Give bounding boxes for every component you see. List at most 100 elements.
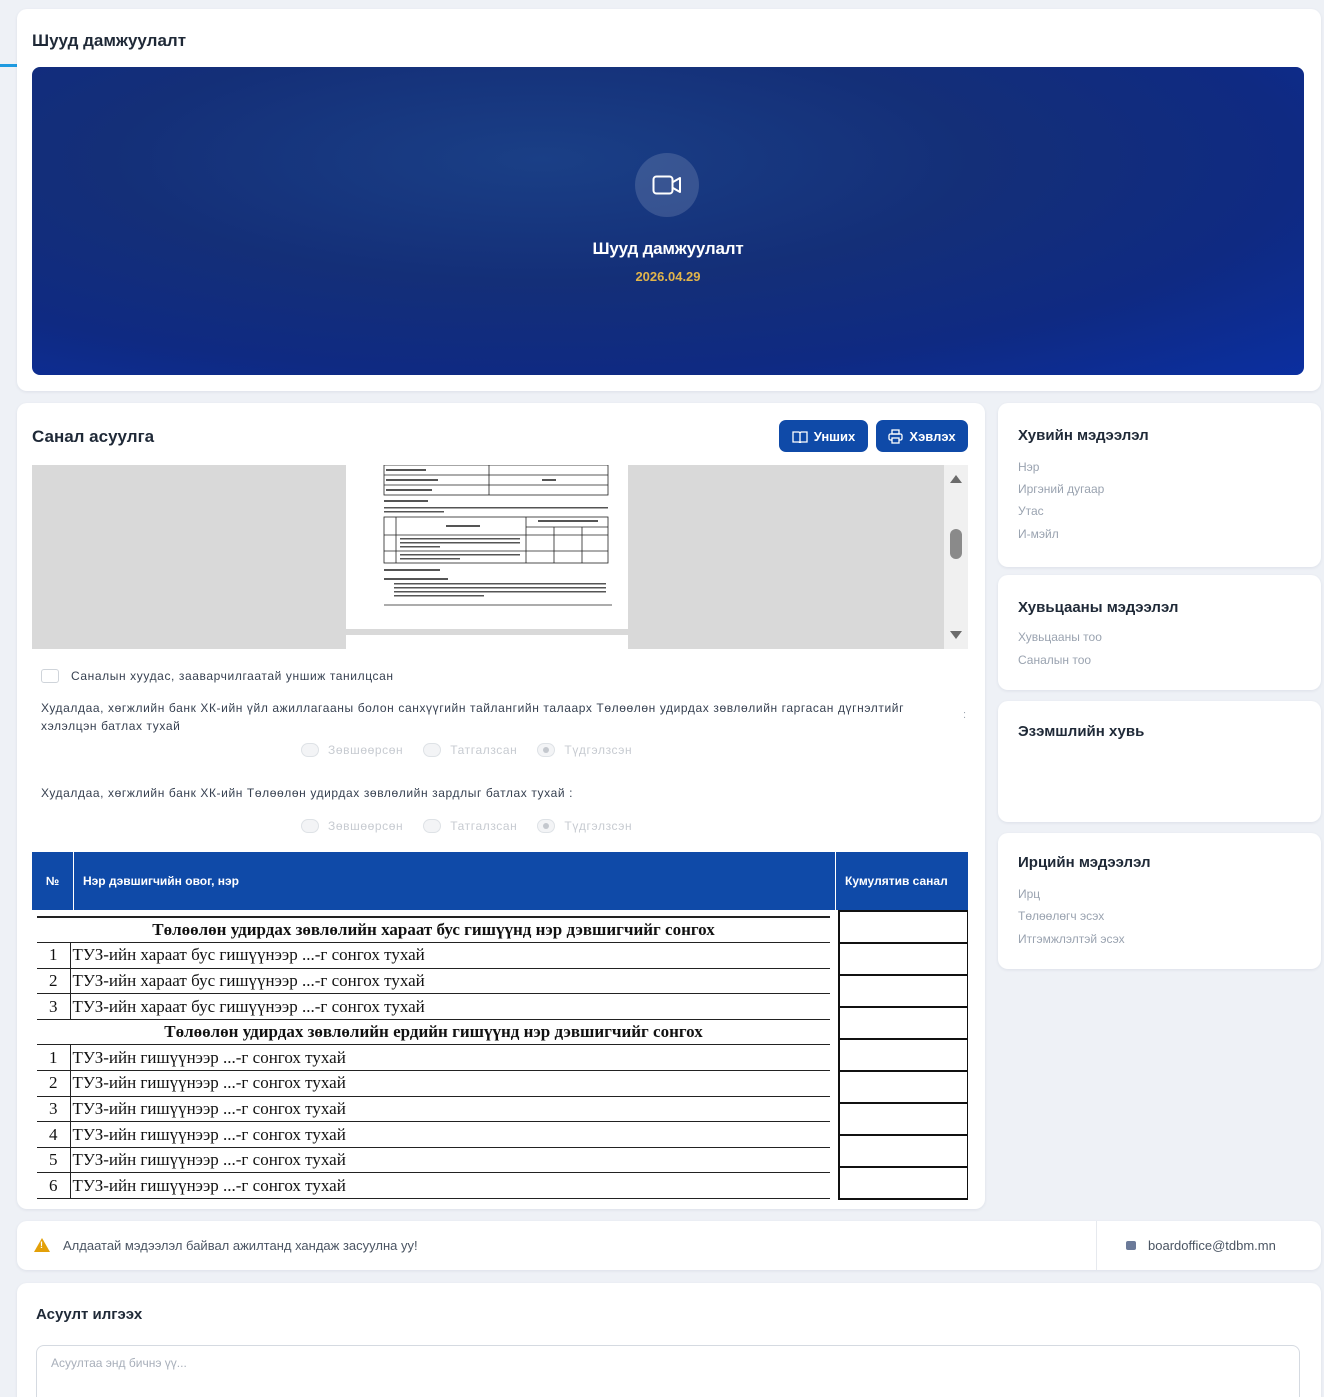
- attendance-info-card: Ирцийн мэдээлэл Ирц Төлөөлөгч эсэх Итгэм…: [998, 833, 1321, 969]
- attendance-info-title: Ирцийн мэдээлэл: [1018, 854, 1151, 871]
- live-stream-card: Шууд дамжуулалт Шууд дамжуулалт 2026.04.…: [17, 9, 1321, 391]
- radio-button-checked[interactable]: [537, 819, 556, 833]
- contact-email[interactable]: boardoffice@tdbm.mn: [1148, 1238, 1276, 1253]
- radio-button-checked[interactable]: [537, 743, 556, 757]
- cumulative-vote-column: [838, 910, 968, 1200]
- candidate-name: ТУЗ-ийн гишүүнээр ...-г сонгох тухай: [70, 1044, 830, 1072]
- option-approve[interactable]: Зөвшөөрсөн: [301, 743, 403, 757]
- candidate-table-header: № Нэр дэвшигчийн овог, нэр Кумулятив сан…: [32, 852, 968, 910]
- table-section-row: Төлөөлөн удирдах зөвлөлийн хараат бус ги…: [37, 916, 830, 944]
- field-has-proxy: Итгэмжлэлтэй эсэх: [1018, 932, 1125, 946]
- table-row: 2 ТУЗ-ийн хараат бус гишүүнээр ...-г сонг…: [37, 968, 830, 995]
- print-button-label: Хэвлэх: [909, 428, 956, 444]
- mail-icon: [1126, 1241, 1136, 1250]
- scroll-thumb[interactable]: [950, 529, 962, 559]
- row-number: 6: [37, 1172, 71, 1200]
- acknowledge-row[interactable]: Саналын хуудас, зааварчилгаатай уншиж та…: [41, 669, 394, 683]
- radio-button[interactable]: [301, 743, 319, 757]
- row-number: 1: [37, 1044, 71, 1072]
- scroll-down-arrow-icon[interactable]: [950, 631, 962, 639]
- book-icon: [792, 430, 808, 443]
- table-row: 1 ТУЗ-ийн хараат бус гишүүнээр ...-г сонг…: [37, 942, 830, 969]
- shares-info-card: Хувьцааны мэдээлэл Хувьцааны тоо Саналын…: [998, 575, 1321, 690]
- acknowledge-label: Саналын хуудас, зааварчилгаатай уншиж та…: [71, 669, 394, 683]
- candidate-name: ТУЗ-ийн гишүүнээр ...-г сонгох тухай: [70, 1172, 830, 1200]
- row-number: 3: [37, 993, 71, 1020]
- survey-title: Санал асуулга: [32, 427, 155, 446]
- video-title: Шууд дамжуулалт: [592, 239, 744, 258]
- cumulative-vote-cell[interactable]: [840, 912, 967, 944]
- candidate-table-body: Төлөөлөн удирдах зөвлөлийн хараат бус ги…: [32, 910, 968, 1200]
- cumulative-vote-cell[interactable]: [840, 1168, 967, 1200]
- shares-info-title: Хувьцааны мэдээлэл: [1018, 599, 1179, 616]
- section-title: Төлөөлөн удирдах зөвлөлийн ердийн гишүүн…: [37, 1019, 830, 1046]
- option-reject[interactable]: Татгалзсан: [423, 743, 517, 757]
- field-email: И-мэйл: [1018, 527, 1059, 541]
- candidate-name: ТУЗ-ийн гишүүнээр ...-г сонгох тухай: [70, 1096, 830, 1123]
- row-number: 2: [37, 968, 71, 995]
- cumulative-vote-cell[interactable]: [840, 1040, 967, 1072]
- option-abstain[interactable]: Түдгэлзсэн: [537, 743, 632, 757]
- print-button[interactable]: Хэвлэх: [876, 420, 968, 452]
- row-number: 5: [37, 1147, 71, 1174]
- option-reject[interactable]: Татгалзсан: [423, 819, 517, 833]
- question-input[interactable]: [36, 1345, 1300, 1397]
- section-title: Төлөөлөн удирдах зөвлөлийн хараат бус ги…: [37, 916, 830, 944]
- candidate-name: ТУЗ-ийн хараат бус гишүүнээр ...-г сонго…: [70, 968, 830, 995]
- cumulative-vote-cell[interactable]: [840, 944, 967, 976]
- cumulative-vote-cell[interactable]: [840, 1072, 967, 1104]
- document-viewer[interactable]: [32, 465, 968, 649]
- question-2-options: Зөвшөөрсөн Татгалзсан Түдгэлзсэн: [301, 819, 632, 833]
- video-date: 2026.04.29: [635, 269, 701, 284]
- acknowledge-checkbox[interactable]: [41, 669, 59, 683]
- row-number: 3: [37, 1096, 71, 1123]
- table-row: 6 ТУЗ-ийн гишүүнээр ...-г сонгох тухай: [37, 1172, 830, 1200]
- scroll-up-arrow-icon[interactable]: [950, 475, 962, 483]
- candidate-name: ТУЗ-ийн гишүүнээр ...-г сонгох тухай: [70, 1070, 830, 1097]
- field-register-number: Иргэний дугаар: [1018, 482, 1105, 496]
- read-button[interactable]: Унших: [779, 420, 868, 452]
- cumulative-vote-cell[interactable]: [840, 976, 967, 1008]
- question-1-suffix: :: [963, 709, 967, 721]
- cumulative-vote-cell[interactable]: [840, 1008, 967, 1040]
- question-1-options: Зөвшөөрсөн Татгалзсан Түдгэлзсэн: [301, 743, 632, 757]
- document-page-thumbnail: [346, 465, 628, 629]
- ask-question-title: Асуулт илгээх: [36, 1306, 143, 1323]
- divider: [1096, 1221, 1097, 1270]
- personal-info-title: Хувийн мэдээлэл: [1018, 427, 1149, 444]
- video-camera-icon: [635, 153, 699, 217]
- document-scrollbar[interactable]: [944, 465, 968, 649]
- video-player[interactable]: Шууд дамжуулалт 2026.04.29: [32, 67, 1304, 375]
- table-section-row: Төлөөлөн удирдах зөвлөлийн ердийн гишүүн…: [37, 1019, 830, 1046]
- warning-icon: [34, 1238, 50, 1252]
- field-name: Нэр: [1018, 460, 1040, 474]
- live-stream-title: Шууд дамжуулалт: [32, 31, 187, 50]
- radio-button[interactable]: [301, 819, 319, 833]
- question-1-text: Худалдаа, хөгжлийн банк ХК-ийн үйл ажилл…: [41, 701, 905, 733]
- field-attendance: Ирц: [1018, 887, 1041, 901]
- read-button-label: Унших: [813, 428, 856, 444]
- field-phone: Утас: [1018, 504, 1044, 518]
- radio-button[interactable]: [423, 743, 442, 757]
- survey-card: Санал асуулга Унших Хэвлэх Саналын хууда…: [17, 403, 985, 1209]
- cumulative-vote-cell[interactable]: [840, 1104, 967, 1136]
- ownership-card: Эзэмшлийн хувь: [998, 701, 1321, 822]
- table-row: 3 ТУЗ-ийн гишүүнээр ...-г сонгох тухай: [37, 1096, 830, 1123]
- cumulative-vote-cell[interactable]: [840, 1136, 967, 1168]
- candidate-name: ТУЗ-ийн гишүүнээр ...-г сонгох тухай: [70, 1147, 830, 1174]
- table-row: 1 ТУЗ-ийн гишүүнээр ...-г сонгох тухай: [37, 1044, 830, 1072]
- table-row: 3 ТУЗ-ийн хараат бус гишүүнээр ...-г сонг…: [37, 993, 830, 1020]
- document-page-thumbnail: [346, 635, 628, 649]
- field-vote-count: Саналын тоо: [1018, 653, 1092, 667]
- header-candidate-name: Нэр дэвшигчийн овог, нэр: [74, 852, 836, 910]
- candidate-document-table: Төлөөлөн удирдах зөвлөлийн хараат бус ги…: [37, 916, 830, 1200]
- radio-button[interactable]: [423, 819, 442, 833]
- option-approve[interactable]: Зөвшөөрсөн: [301, 819, 403, 833]
- ask-question-card: Асуулт илгээх: [17, 1283, 1321, 1397]
- row-number: 2: [37, 1070, 71, 1097]
- candidate-name: ТУЗ-ийн хараат бус гишүүнээр ...-г сонго…: [70, 942, 830, 969]
- table-row: 4 ТУЗ-ийн гишүүнээр ...-г сонгох тухай: [37, 1121, 830, 1148]
- option-abstain[interactable]: Түдгэлзсэн: [537, 819, 632, 833]
- header-cumulative-vote: Кумулятив санал: [845, 874, 948, 888]
- table-row: 5 ТУЗ-ийн гишүүнээр ...-г сонгох тухай: [37, 1147, 830, 1174]
